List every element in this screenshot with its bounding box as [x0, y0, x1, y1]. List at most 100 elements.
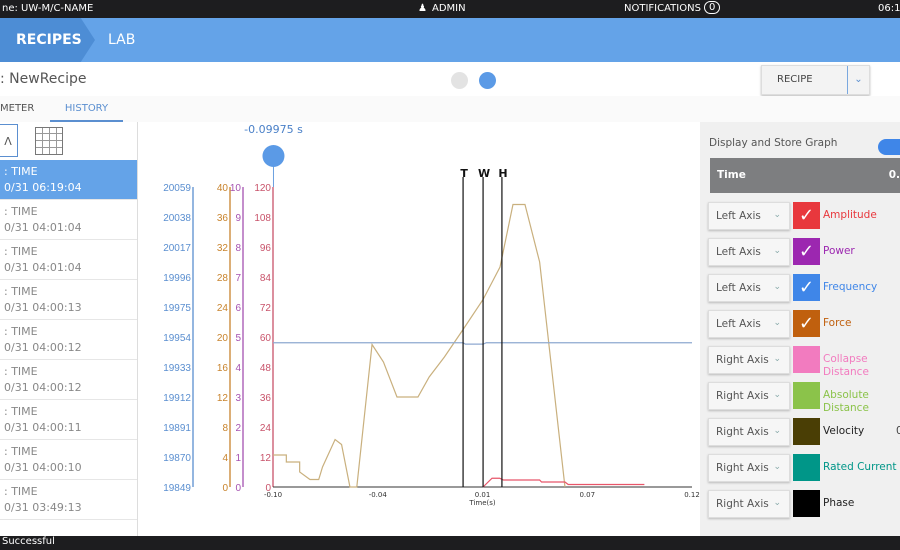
y-tick-label: 84: [260, 273, 272, 284]
axis-select-value: Left Axis: [716, 318, 761, 330]
axis-select-value: Right Axis: [716, 426, 769, 438]
y-tick-label: 40: [217, 183, 229, 194]
axis-select-value: Right Axis: [716, 462, 769, 474]
y-tick-label: 20017: [163, 243, 191, 254]
history-item-title: : TIME: [4, 205, 38, 218]
series-value: 0: [896, 425, 900, 437]
series-checkbox[interactable]: ✓: [793, 274, 820, 301]
marker-label: T: [460, 167, 468, 180]
history-item-title: : TIME: [4, 165, 38, 178]
history-item[interactable]: : TIME 0/31 03:49:13: [0, 480, 137, 520]
axis-select-value: Right Axis: [716, 354, 769, 366]
history-item-date: 0/31 04:01:04: [4, 261, 82, 274]
cursor-handle[interactable]: [262, 145, 285, 167]
series-name: Velocity: [823, 425, 865, 437]
chevron-down-icon[interactable]: ⌄: [847, 66, 869, 94]
crumb-recipes[interactable]: RECIPES: [0, 18, 95, 62]
chevron-down-icon: ⌄: [773, 426, 781, 436]
axis-select[interactable]: Right Axis ⌄: [708, 346, 790, 374]
tab-meter[interactable]: METER: [0, 103, 34, 114]
history-item[interactable]: : TIME 0/31 04:01:04: [0, 200, 137, 240]
series-checkbox[interactable]: [793, 490, 820, 517]
series-checkbox[interactable]: [793, 346, 820, 373]
axis-select[interactable]: Right Axis ⌄: [708, 382, 790, 410]
y-tick-label: 24: [260, 423, 272, 434]
display-store-toggle[interactable]: [878, 139, 900, 155]
x-tick-label: -0.04: [369, 491, 388, 499]
y-tick-label: 19849: [163, 483, 191, 494]
series-checkbox[interactable]: [793, 454, 820, 481]
history-item-title: : TIME: [4, 405, 38, 418]
axis-select[interactable]: Left Axis ⌄: [708, 238, 790, 266]
history-item[interactable]: : TIME 0/31 04:00:10: [0, 440, 137, 480]
status-text: Successful: [2, 536, 55, 547]
y-tick-label: 4: [222, 453, 228, 464]
time-header: Time 0.: [710, 158, 900, 193]
notifications-count[interactable]: 0: [704, 1, 721, 14]
history-item[interactable]: : TIME 0/31 06:19:04: [0, 160, 137, 200]
history-item[interactable]: : TIME 0/31 04:00:12: [0, 320, 137, 360]
y-tick-label: 12: [260, 453, 272, 464]
chevron-down-icon: ⌄: [773, 462, 781, 472]
display-store-label: Display and Store Graph: [709, 137, 838, 149]
axis-select[interactable]: Left Axis ⌄: [708, 274, 790, 302]
history-item[interactable]: : TIME 0/31 04:00:12: [0, 360, 137, 400]
history-item[interactable]: : TIME 0/31 04:01:04: [0, 240, 137, 280]
y-tick-label: 19891: [163, 423, 191, 434]
y-tick-label: 19975: [163, 303, 191, 314]
history-chart: 19849 19870 19891 19912 19933 19954 19975 19996…: [138, 122, 700, 536]
chevron-down-icon: ⌄: [773, 498, 781, 508]
y-tick-label: 7: [235, 273, 241, 284]
tab-history[interactable]: HISTORY: [50, 103, 123, 122]
graph-view-icon[interactable]: Λ: [0, 124, 18, 157]
history-list: Λ : TIME 0/31 06:19:04: TIME 0/31 04:01:04…: [0, 122, 138, 536]
series-name: Rated Current: [823, 461, 897, 473]
chevron-down-icon: ⌄: [773, 282, 781, 292]
y-tick-label: 36: [217, 213, 229, 224]
y-tick-label: 28: [217, 273, 229, 284]
y-tick-label: 9: [235, 213, 241, 224]
axis-select[interactable]: Right Axis ⌄: [708, 454, 790, 482]
axis-select-value: Left Axis: [716, 282, 761, 294]
series-name: Force: [823, 317, 852, 329]
history-item[interactable]: : TIME 0/31 04:00:11: [0, 400, 137, 440]
series-checkbox[interactable]: [793, 382, 820, 409]
series-line-force: [273, 203, 566, 488]
y-tick-label: 36: [260, 393, 272, 404]
series-checkbox[interactable]: [793, 418, 820, 445]
history-item-date: 0/31 03:49:13: [4, 501, 82, 514]
recipe-dropdown[interactable]: RECIPE ⌄: [761, 65, 870, 95]
history-item[interactable]: : TIME 0/31 04:00:13: [0, 280, 137, 320]
user-name[interactable]: ADMIN: [432, 3, 466, 14]
y-tick-label: 2: [235, 423, 241, 434]
y-tick-label: 19954: [163, 333, 191, 344]
series-name: Absolute Distance: [823, 389, 869, 414]
x-tick-label: 0.12: [684, 491, 700, 499]
axis-select[interactable]: Right Axis ⌄: [708, 418, 790, 446]
y-tick-label: 20038: [163, 213, 191, 224]
series-checkbox[interactable]: ✓: [793, 238, 820, 265]
table-view-icon[interactable]: [35, 127, 63, 155]
page-dot-1[interactable]: [451, 72, 468, 89]
crumb-lab[interactable]: LAB: [108, 18, 135, 62]
axis-select[interactable]: Left Axis ⌄: [708, 310, 790, 338]
axis-select[interactable]: Left Axis ⌄: [708, 202, 790, 230]
chart-svg: 1984919870198911991219933199541997519996…: [163, 123, 700, 507]
clock: 06:1: [878, 3, 900, 14]
page-dot-2[interactable]: [479, 72, 496, 89]
y-tick-label: 1: [235, 453, 241, 464]
notifications-label[interactable]: NOTIFICATIONS: [624, 3, 701, 14]
check-icon: ✓: [798, 313, 815, 334]
history-item-date: 0/31 04:00:13: [4, 301, 82, 314]
y-tick-label: 0: [222, 483, 228, 494]
history-item-title: : TIME: [4, 365, 38, 378]
history-item-title: : TIME: [4, 325, 38, 338]
series-checkbox[interactable]: ✓: [793, 310, 820, 337]
y-tick-label: 24: [217, 303, 229, 314]
series-checkbox[interactable]: ✓: [793, 202, 820, 229]
tab-bar: METER HISTORY: [0, 96, 900, 122]
history-item-title: : TIME: [4, 285, 38, 298]
axis-select[interactable]: Right Axis ⌄: [708, 490, 790, 518]
y-tick-label: 20: [217, 333, 229, 344]
y-tick-label: 20059: [163, 183, 191, 194]
